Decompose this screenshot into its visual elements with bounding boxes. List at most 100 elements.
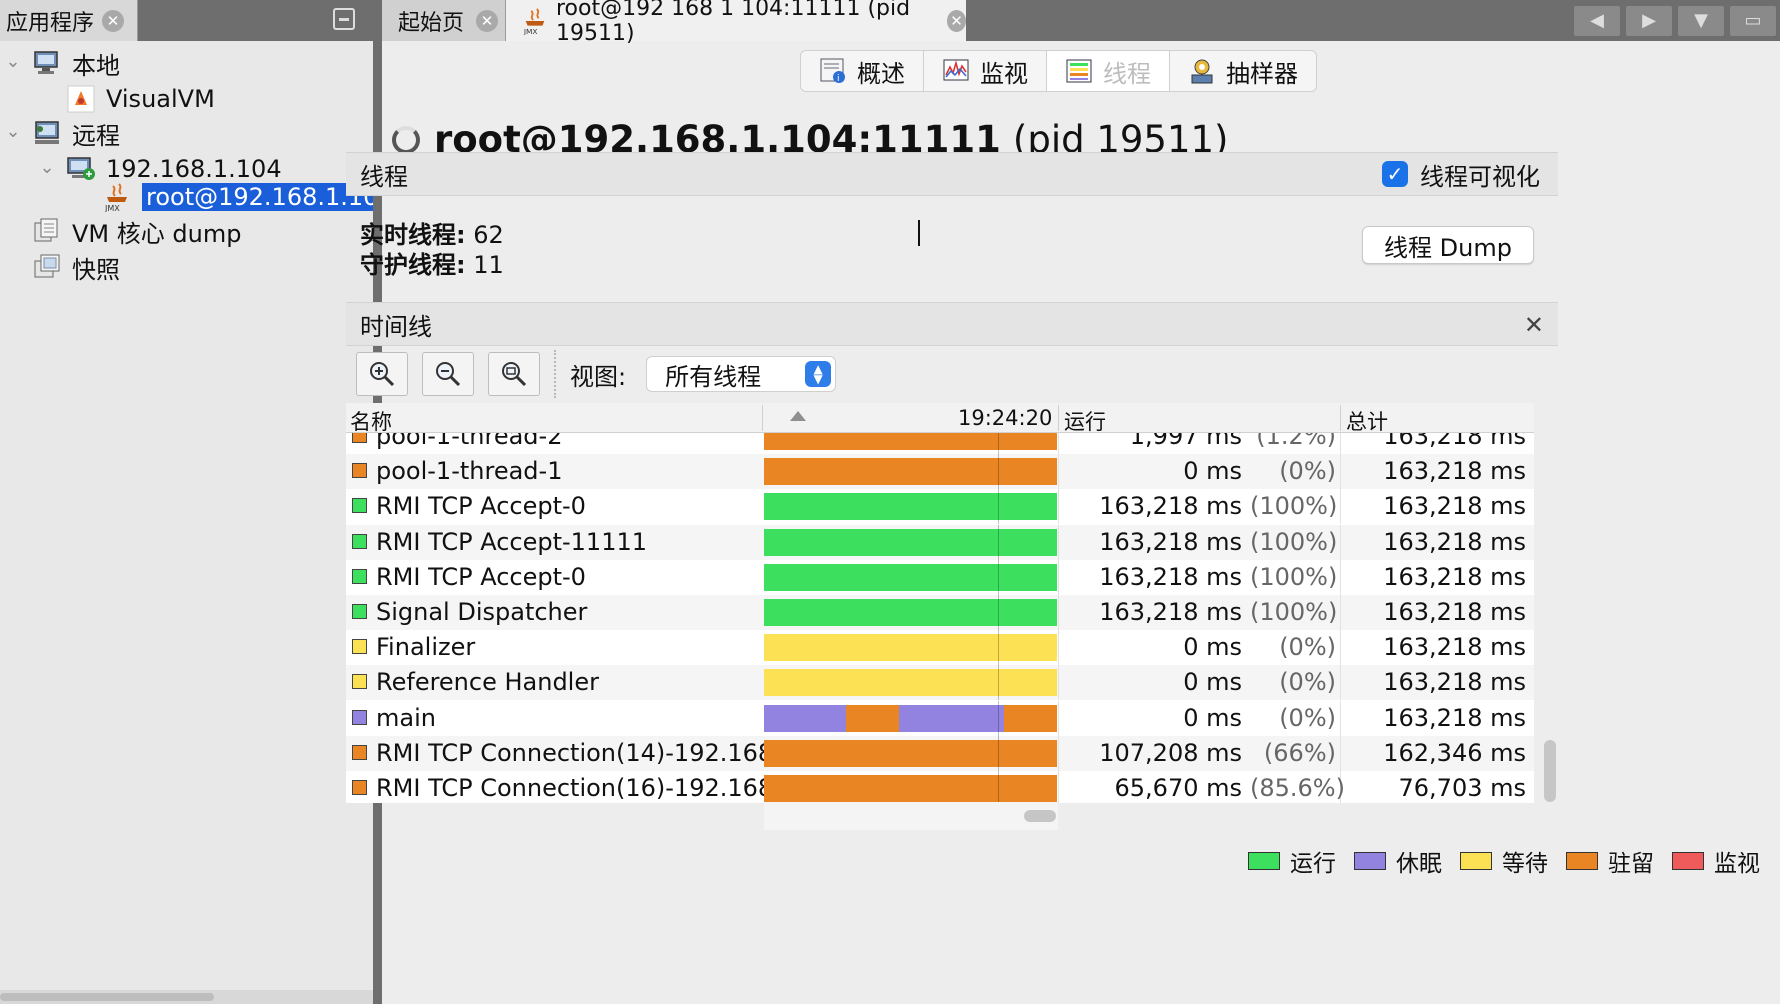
tree-node-visualvm[interactable]: VisualVM	[66, 80, 215, 118]
thread-timeline-bar	[764, 669, 1057, 697]
column-separator	[1340, 559, 1341, 595]
close-icon[interactable]: ✕	[947, 9, 966, 32]
thread-name: RMI TCP Connection(14)-192.168.1	[376, 738, 764, 767]
running-time: 163,218 ms	[1099, 598, 1242, 626]
column-separator	[1340, 595, 1341, 630]
zoom-out-button[interactable]	[422, 352, 474, 396]
total-time: 163,218 ms	[1383, 668, 1526, 697]
sampler-icon	[1188, 57, 1216, 85]
thread-state-icon	[352, 463, 367, 479]
thread-name: RMI TCP Accept-11111	[376, 527, 648, 556]
running-percent: (100%)	[1250, 562, 1338, 591]
table-row[interactable]: Signal Dispatcher 163,218 ms (100%) 163,218…	[346, 595, 1534, 630]
applications-tab[interactable]: 应用程序 ✕	[0, 0, 138, 41]
thread-state-icon	[352, 780, 367, 795]
tree-node-snapshots[interactable]: 快照	[32, 248, 120, 286]
thread-state-icon	[352, 498, 367, 514]
time-marker	[998, 630, 999, 666]
tab-threads[interactable]: 线程	[1047, 51, 1170, 91]
thread-state-legend: 运行 休眠 等待 驻留 监视	[1230, 844, 1760, 878]
column-separator	[1340, 665, 1341, 701]
tree-node-remote[interactable]: 远程	[32, 114, 120, 152]
vertical-scrollbar-thumb[interactable]	[1544, 740, 1556, 802]
close-icon[interactable]: ✕	[476, 9, 499, 32]
chevron-right-icon[interactable]: ▶	[1626, 5, 1672, 36]
tab-sampler[interactable]: 抽样器	[1170, 51, 1316, 91]
timeline-segment	[764, 634, 1057, 662]
tab-monitor[interactable]: 监视	[924, 51, 1047, 91]
table-row[interactable]: RMI TCP Connection(16)-192.168.1 65,670 m…	[346, 771, 1534, 803]
timeline-section-header: 时间线 ✕	[346, 302, 1558, 346]
java-process-icon: JMX	[102, 182, 132, 212]
chevron-down-icon[interactable]: ⌄	[4, 121, 22, 142]
time-marker	[998, 489, 999, 525]
table-row[interactable]: RMI TCP Accept-0 163,218 ms (100%) 163,218 …	[346, 559, 1534, 595]
thread-name: Reference Handler	[376, 668, 599, 697]
visualize-threads-checkbox[interactable]: ✓ 线程可视化	[1382, 157, 1540, 192]
close-icon[interactable]: ✕	[1524, 311, 1544, 339]
stat-value: 62	[473, 221, 504, 249]
running-time: 0 ms	[1183, 703, 1242, 732]
table-row[interactable]: Reference Handler 0 ms (0%) 163,218 ms	[346, 665, 1534, 701]
scroll-thumb[interactable]	[1024, 810, 1056, 822]
thread-dump-button[interactable]: 线程 Dump	[1362, 226, 1534, 264]
view-switcher: i 概述 监视 线程 抽样器	[800, 50, 1317, 92]
zoom-in-button[interactable]	[356, 352, 408, 396]
chevron-down-icon[interactable]: ⌄	[4, 51, 22, 72]
chevron-down-icon[interactable]: ▼	[1678, 5, 1724, 36]
running-percent: (85.6%)	[1250, 774, 1345, 802]
thread-stats: 实时线程: 62 守护线程: 11	[360, 220, 504, 280]
column-separator	[1340, 700, 1341, 736]
tab-label: 概述	[857, 59, 905, 88]
table-row[interactable]: RMI TCP Connection(14)-192.168.1 107,208 …	[346, 735, 1534, 771]
table-row[interactable]: Finalizer 0 ms (0%) 163,218 ms	[346, 630, 1534, 666]
thread-state-icon	[352, 674, 367, 690]
thread-name: RMI TCP Connection(16)-192.168.1	[376, 774, 764, 802]
zoom-fit-button[interactable]	[488, 352, 540, 396]
threads-section-header: 线程 ✓ 线程可视化	[346, 152, 1558, 196]
timeline-segment	[764, 775, 1057, 802]
total-time: 163,218 ms	[1383, 492, 1526, 521]
checkmark-icon: ✓	[1382, 161, 1408, 187]
applications-panel: 应用程序 ✕ ⌄ 本地 VisualVM ⌄ 远程 ⌄ 192.168.1.10…	[0, 0, 483, 1004]
close-icon[interactable]: ✕	[102, 9, 125, 32]
monitor-icon	[942, 57, 970, 85]
table-row[interactable]: RMI TCP Accept-11111 163,218 ms (100%) 163,…	[346, 524, 1534, 560]
tab-jmx-process[interactable]: JMX root@192 168 1 104:11111 (pid 19511)…	[506, 0, 966, 46]
legend-label: 运行	[1290, 851, 1336, 877]
chevron-left-icon[interactable]: ◀	[1574, 5, 1620, 36]
stat-label: 实时线程:	[360, 221, 466, 249]
time-marker	[998, 454, 999, 490]
legend-swatch	[1672, 852, 1704, 870]
select-arrows-icon: ▲ ▼	[805, 361, 832, 387]
minimize-icon[interactable]	[333, 8, 355, 30]
visualvm-icon	[66, 84, 96, 114]
legend-label: 等待	[1502, 851, 1548, 877]
chevron-down-icon[interactable]: ⌄	[38, 157, 56, 178]
legend-swatch	[1566, 852, 1598, 870]
legend-item-waiting: 等待	[1460, 844, 1548, 878]
left-horizontal-scrollbar[interactable]	[0, 990, 373, 1004]
timeline-horizontal-scrollbar[interactable]	[764, 802, 1058, 830]
view-select[interactable]: 所有线程 ▲ ▼	[646, 356, 837, 392]
table-row[interactable]: pool-1-thread-2 1,997 ms (1.2%) 163,218 ms	[346, 433, 1534, 454]
java-process-icon: JMX	[522, 7, 548, 35]
time-marker	[998, 524, 999, 560]
tab-start-page[interactable]: 起始页 ✕	[382, 0, 506, 41]
table-row[interactable]: main 0 ms (0%) 163,218 ms	[346, 700, 1534, 736]
maximize-icon[interactable]: ▭	[1730, 5, 1776, 36]
thread-name: main	[376, 703, 436, 732]
table-row[interactable]: pool-1-thread-1 0 ms (0%) 163,218 ms	[346, 454, 1534, 490]
tree-node-core-dump[interactable]: VM 核心 dump	[32, 212, 241, 250]
tab-label: 起始页	[398, 10, 465, 36]
tree-node-local[interactable]: 本地	[32, 44, 120, 82]
column-header-timeline[interactable]: 19:24:20	[958, 406, 1052, 430]
tab-overview[interactable]: i 概述	[801, 51, 924, 91]
column-header-name[interactable]: 名称	[350, 406, 392, 436]
table-row[interactable]: RMI TCP Accept-0 163,218 ms (100%) 163,218 …	[346, 489, 1534, 525]
column-header-total[interactable]: 总计	[1346, 406, 1388, 436]
scroll-thumb[interactable]	[0, 993, 214, 1001]
column-header-running[interactable]: 运行	[1064, 406, 1106, 436]
snapshot-icon	[32, 252, 62, 282]
column-separator	[1340, 405, 1341, 431]
